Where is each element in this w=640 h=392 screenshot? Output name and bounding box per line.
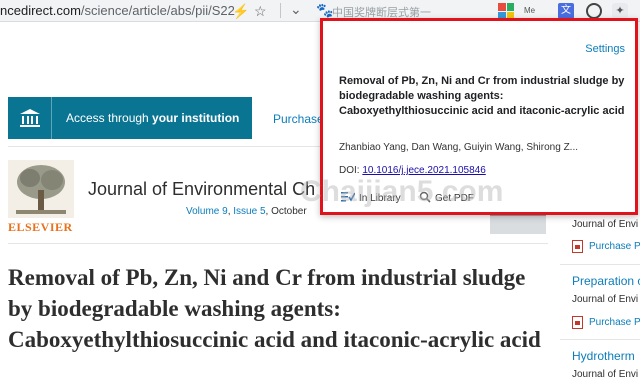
divider — [8, 243, 548, 244]
chevron-down-icon[interactable]: ⌄ — [290, 0, 302, 18]
rail-journal-name: Journal of Envi — [572, 219, 639, 230]
rail-divider — [560, 339, 640, 340]
bolt-icon[interactable]: ⚡ — [232, 2, 249, 20]
settings-link[interactable]: Settings — [585, 43, 625, 55]
doi-link[interactable]: 10.1016/j.jece.2021.105846 — [362, 165, 485, 176]
in-library-button[interactable]: In Library — [341, 191, 401, 205]
elsevier-wordmark: ELSEVIER — [8, 220, 73, 234]
article-title: Removal of Pb, Zn, Ni and Cr from indust… — [8, 265, 541, 352]
citation-extension-popup: Settings Removal of Pb, Zn, Ni and Cr fr… — [320, 18, 638, 215]
rail-purchase-pdf[interactable]: Purchase P — [572, 316, 640, 329]
pdf-icon — [572, 316, 583, 329]
volume-link[interactable]: Volume 9 — [186, 206, 228, 217]
purchase-pdf-link[interactable]: Purchase — [273, 112, 324, 126]
url-path: /science/article/abs/pii/S22 — [80, 3, 235, 18]
rail-article-link[interactable]: Hydrotherm — [572, 349, 635, 363]
popup-article-title: Removal of Pb, Zn, Ni and Cr from indust… — [339, 75, 625, 117]
get-pdf-button[interactable]: Get PDF — [419, 191, 474, 206]
bookmark-star-icon[interactable]: ☆ — [254, 2, 267, 20]
issue-link[interactable]: Issue 5 — [233, 206, 265, 217]
issue-date: , October — [265, 206, 307, 217]
rail-journal-name: Journal of Envi — [572, 369, 639, 380]
access-institution-button[interactable]: Access through your institution — [8, 97, 252, 139]
apps-grid-icon[interactable] — [498, 3, 514, 19]
rail-divider — [560, 264, 640, 265]
url-host: ncedirect.com — [0, 3, 81, 18]
rail-journal-name: Journal of Envi — [572, 294, 639, 305]
popup-doi: DOI: 10.1016/j.jece.2021.105846 — [339, 165, 486, 176]
journal-cover-thumbnail[interactable] — [490, 214, 546, 234]
pdf-search-icon — [419, 191, 431, 206]
paw-icon[interactable]: 🐾 — [316, 2, 333, 19]
popup-authors: Zhanbiao Yang, Dan Wang, Guiyin Wang, Sh… — [339, 142, 579, 153]
library-check-icon — [341, 191, 356, 205]
address-bar[interactable]: ncedirect.com/science/article/abs/pii/S2… — [0, 3, 235, 18]
access-institution-label: Access through your institution — [66, 111, 240, 125]
pdf-icon — [572, 240, 583, 253]
journal-title-link[interactable]: Journal of Environmental Ch — [88, 179, 315, 200]
rail-purchase-pdf[interactable]: Purchase P — [572, 240, 640, 253]
rail-article-link[interactable]: Preparation c — [572, 274, 640, 288]
toolbar-divider — [280, 3, 281, 18]
volume-issue-line: Volume 9, Issue 5, October — [186, 206, 307, 217]
institution-icon — [8, 97, 52, 139]
